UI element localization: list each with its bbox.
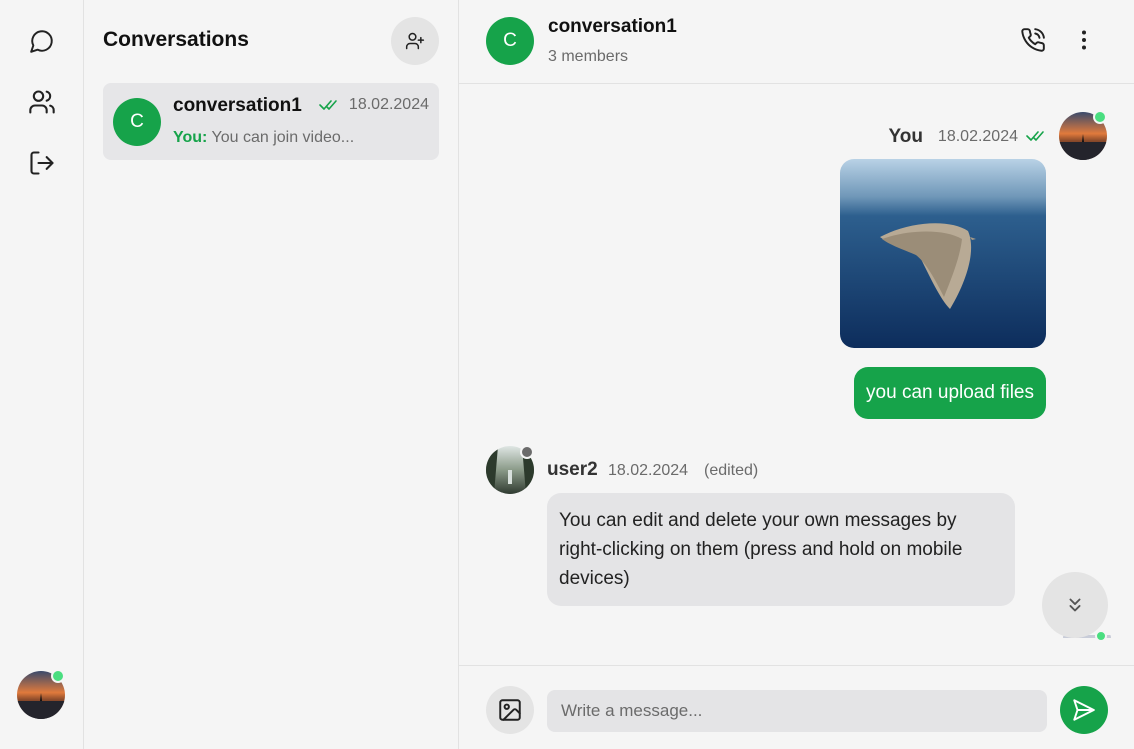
double-check-icon: [319, 100, 337, 110]
offline-status-dot: [520, 445, 534, 459]
nav-rail: [0, 0, 84, 749]
logout-icon: [30, 151, 54, 175]
more-options-button[interactable]: [1064, 20, 1104, 60]
conversation-avatar: C: [113, 98, 161, 146]
preview-author: You:: [173, 129, 208, 146]
contacts-nav-button[interactable]: [22, 82, 62, 122]
chat-title: conversation1: [548, 16, 677, 37]
message-date: 18.02.2024: [937, 128, 1018, 145]
message-input[interactable]: [547, 690, 1047, 732]
call-button[interactable]: [1013, 20, 1053, 60]
preview-text: You can join video...: [211, 129, 355, 146]
chats-nav-button[interactable]: [22, 21, 62, 61]
attach-image-button[interactable]: [486, 686, 534, 734]
send-icon: [1073, 699, 1095, 721]
scroll-to-bottom-button[interactable]: [1042, 572, 1108, 638]
chat-header: C conversation1 3 members: [459, 0, 1134, 84]
chevrons-down-icon: [1069, 598, 1081, 612]
conversations-title: Conversations: [103, 28, 249, 51]
conversation-date: 18.02.2024: [348, 96, 429, 113]
add-user-button[interactable]: [391, 17, 439, 65]
send-button[interactable]: [1060, 686, 1108, 734]
incoming-message-bubble[interactable]: You can edit and delete your own message…: [547, 493, 1015, 606]
message-author: user2: [547, 459, 598, 480]
conversation-list-panel: Conversations C conversation1 18.02.2024…: [84, 0, 459, 749]
phone-call-icon: [1021, 28, 1045, 52]
message-circle-icon: [30, 30, 53, 53]
chat-panel: C conversation1 3 members You 18.02.2024…: [459, 0, 1134, 749]
image-attachment[interactable]: [840, 159, 1046, 348]
conversation-list-item[interactable]: C conversation1 18.02.2024 You: You can …: [103, 83, 439, 160]
users-icon: [29, 90, 55, 114]
logout-button[interactable]: [22, 143, 62, 183]
user-plus-icon: [405, 32, 425, 50]
conversation-preview: You: You can join video...: [173, 129, 354, 147]
member-count: 3 members: [548, 48, 629, 65]
chat-avatar: C: [486, 17, 534, 65]
image-icon: [499, 699, 521, 721]
message-date: 18.02.2024: [608, 462, 689, 479]
online-status-dot: [51, 669, 65, 683]
message-composer: [459, 665, 1134, 749]
online-status-dot: [1093, 110, 1107, 124]
online-status-dot: [1095, 630, 1107, 642]
message-author: You: [888, 126, 923, 147]
double-check-icon: [1026, 131, 1044, 141]
edited-label: (edited): [704, 462, 759, 479]
outgoing-message-bubble[interactable]: you can upload files: [854, 367, 1046, 419]
more-vertical-icon: [1082, 30, 1086, 50]
conversation-name: conversation1: [173, 95, 302, 116]
